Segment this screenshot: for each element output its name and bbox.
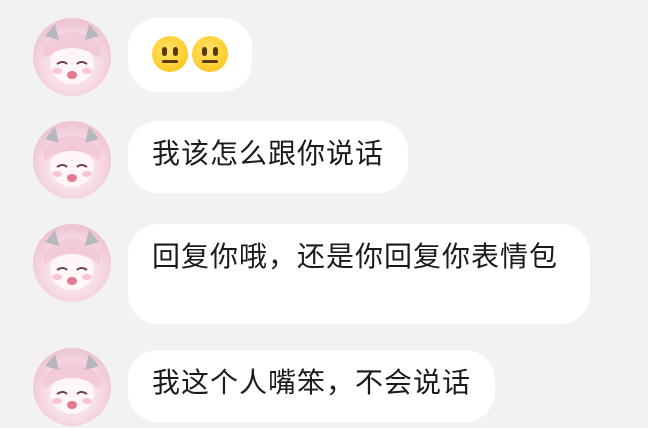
message-text: 我这个人嘴笨，不会说话 xyxy=(152,366,472,399)
avatar-image xyxy=(43,230,101,290)
neutral-face-icon xyxy=(192,36,228,72)
emoji-group xyxy=(152,32,228,72)
message-bubble[interactable]: 回复你哦，还是你回复你表情包 xyxy=(128,224,590,324)
message-row: 回复你哦，还是你回复你表情包 xyxy=(0,222,648,332)
chat-thread: 我该怎么跟你说话 回复你哦，还是你回复你表情包 我这个人嘴笨，不会说话 xyxy=(0,0,648,428)
neutral-face-icon xyxy=(152,36,188,72)
avatar-image xyxy=(43,354,101,414)
avatar[interactable] xyxy=(33,348,111,426)
message-bubble[interactable] xyxy=(128,18,252,92)
message-bubble[interactable]: 我该怎么跟你说话 xyxy=(128,121,409,193)
message-row xyxy=(0,0,648,100)
avatar[interactable] xyxy=(33,224,111,302)
message-bubble[interactable]: 我这个人嘴笨，不会说话 xyxy=(128,350,496,422)
avatar-image xyxy=(43,127,101,187)
avatar[interactable] xyxy=(33,121,111,199)
avatar-image xyxy=(43,24,101,84)
avatar[interactable] xyxy=(33,18,111,96)
message-text: 回复你哦，还是你回复你表情包 xyxy=(152,240,559,273)
message-row: 我这个人嘴笨，不会说话 xyxy=(0,348,648,428)
message-row: 我该怎么跟你说话 xyxy=(0,118,648,208)
message-text: 我该怎么跟你说话 xyxy=(152,137,385,170)
